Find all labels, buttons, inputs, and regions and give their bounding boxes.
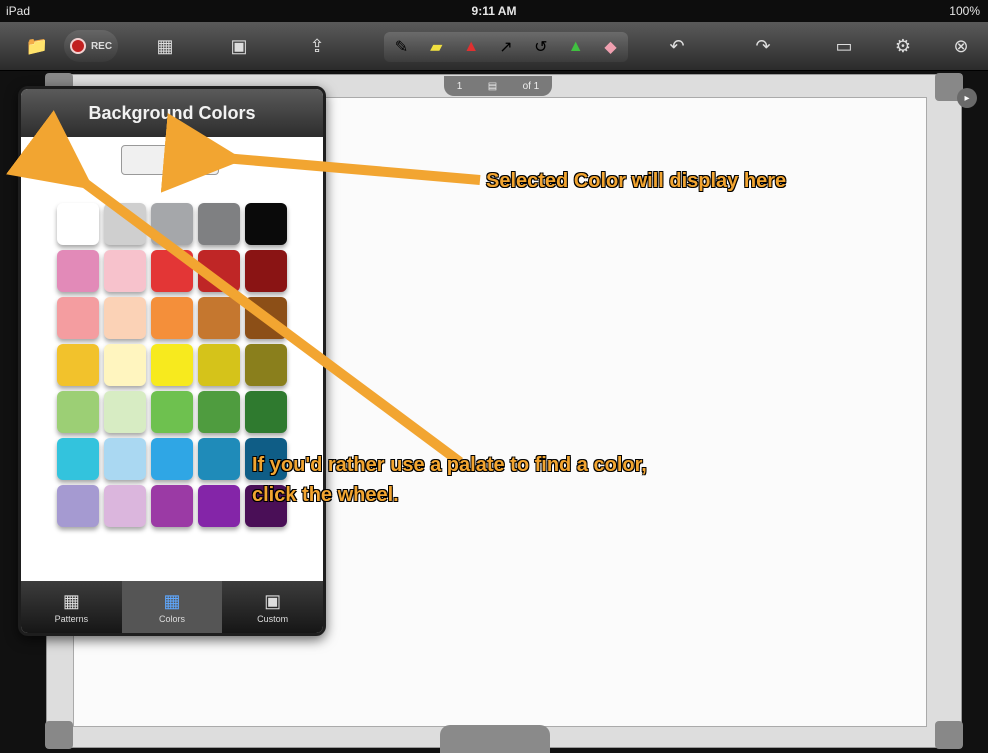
battery-level: 100% xyxy=(949,4,980,18)
color-swatch[interactable] xyxy=(57,297,99,339)
tab-label: Custom xyxy=(257,613,289,624)
gear-icon[interactable]: ⚙ xyxy=(888,30,918,62)
tab-patterns[interactable]: ▦ Patterns xyxy=(21,581,122,633)
color-swatch[interactable] xyxy=(57,344,99,386)
corner-handle[interactable] xyxy=(935,721,963,749)
lasso-tool-icon[interactable]: ↺ xyxy=(529,35,553,59)
selected-color-preview xyxy=(121,145,219,175)
line-tool-icon[interactable]: ↗ xyxy=(494,35,518,59)
color-swatch[interactable] xyxy=(245,297,287,339)
color-swatch[interactable] xyxy=(198,297,240,339)
toolbar: 📁 REC ▦ ▣ ⇪ ✎ ▰ ▲ ↗ ↺ ▲ ◆ ↶ ↷ ▭ ⚙ ⊗ xyxy=(0,22,988,71)
color-swatch[interactable] xyxy=(198,344,240,386)
color-swatch[interactable] xyxy=(104,297,146,339)
color-swatch[interactable] xyxy=(245,391,287,433)
color-swatch[interactable] xyxy=(151,485,193,527)
color-swatch[interactable] xyxy=(151,203,193,245)
highlighter-tool-icon[interactable]: ▰ xyxy=(424,35,448,59)
clock: 9:11 AM xyxy=(471,4,517,18)
eraser-tool-icon[interactable]: ◆ xyxy=(598,35,622,59)
page-indicator[interactable]: 1 ▤ of 1 xyxy=(444,76,552,96)
color-swatch[interactable] xyxy=(57,391,99,433)
bottom-drawer-handle[interactable] xyxy=(440,725,550,753)
tab-custom[interactable]: ▣ Custom xyxy=(222,581,323,633)
redo-icon[interactable]: ↷ xyxy=(748,30,778,62)
color-swatch[interactable] xyxy=(198,485,240,527)
drawing-tools: ✎ ▰ ▲ ↗ ↺ ▲ ◆ xyxy=(384,32,628,62)
color-swatch[interactable] xyxy=(151,438,193,480)
marker-tool-icon[interactable]: ▲ xyxy=(459,35,483,59)
color-swatch[interactable] xyxy=(57,203,99,245)
custom-image-icon: ▣ xyxy=(264,590,282,611)
tab-label: Patterns xyxy=(54,613,89,624)
color-swatch[interactable] xyxy=(57,438,99,480)
color-swatch[interactable] xyxy=(151,297,193,339)
pen-tool-icon[interactable]: ✎ xyxy=(389,35,413,59)
corner-handle[interactable] xyxy=(45,721,73,749)
color-wheel-icon[interactable] xyxy=(37,151,65,179)
close-icon[interactable]: ⊗ xyxy=(946,30,976,62)
color-swatch[interactable] xyxy=(245,203,287,245)
tab-colors[interactable]: ▦ Colors xyxy=(121,581,223,633)
page-handle-icon[interactable]: ▤ xyxy=(488,81,497,92)
color-swatch[interactable] xyxy=(198,203,240,245)
page-current: 1 xyxy=(456,80,463,92)
colors-grid-icon: ▦ xyxy=(163,590,181,611)
wheel-annotation-line1: If you'd rather use a palate to find a c… xyxy=(252,454,647,476)
record-label: REC xyxy=(90,40,113,52)
color-swatch[interactable] xyxy=(245,344,287,386)
color-swatch[interactable] xyxy=(151,250,193,292)
color-swatch[interactable] xyxy=(104,344,146,386)
tab-label: Colors xyxy=(159,613,186,624)
side-panel-toggle-icon[interactable]: ▸ xyxy=(957,88,977,108)
color-swatch[interactable] xyxy=(104,391,146,433)
color-swatch[interactable] xyxy=(104,485,146,527)
folder-icon[interactable]: 📁 xyxy=(22,30,52,62)
selected-color-annotation: Selected Color will display here xyxy=(486,170,787,192)
color-swatch[interactable] xyxy=(198,438,240,480)
panel-tab-bar: ▦ Patterns ▦ Colors ▣ Custom xyxy=(21,581,323,633)
image-icon[interactable]: ▣ xyxy=(222,30,256,62)
color-swatch[interactable] xyxy=(104,250,146,292)
undo-icon[interactable]: ↶ xyxy=(662,30,692,62)
color-swatch[interactable] xyxy=(245,250,287,292)
record-button[interactable]: REC xyxy=(64,30,118,62)
color-swatch-grid xyxy=(57,203,287,527)
shape-tool-icon[interactable]: ▲ xyxy=(564,35,588,59)
color-swatch[interactable] xyxy=(57,485,99,527)
board-view-icon[interactable]: ▭ xyxy=(824,30,864,62)
color-swatch[interactable] xyxy=(57,250,99,292)
status-bar: iPad 9:11 AM 100% xyxy=(0,0,988,22)
panel-title: Background Colors xyxy=(21,89,323,137)
background-colors-popover: Background Colors ▦ Patterns ▦ Colors ▣ … xyxy=(18,86,326,636)
color-swatch[interactable] xyxy=(104,203,146,245)
color-swatch[interactable] xyxy=(151,391,193,433)
color-swatch[interactable] xyxy=(198,391,240,433)
color-swatch[interactable] xyxy=(151,344,193,386)
page-total: of 1 xyxy=(522,80,540,92)
share-icon[interactable]: ⇪ xyxy=(300,30,334,62)
background-grid-icon[interactable]: ▦ xyxy=(148,30,182,62)
record-icon xyxy=(69,38,86,54)
patterns-icon: ▦ xyxy=(62,590,80,611)
wheel-annotation-line2: click the wheel. xyxy=(252,484,399,506)
color-swatch[interactable] xyxy=(198,250,240,292)
color-swatch[interactable] xyxy=(104,438,146,480)
